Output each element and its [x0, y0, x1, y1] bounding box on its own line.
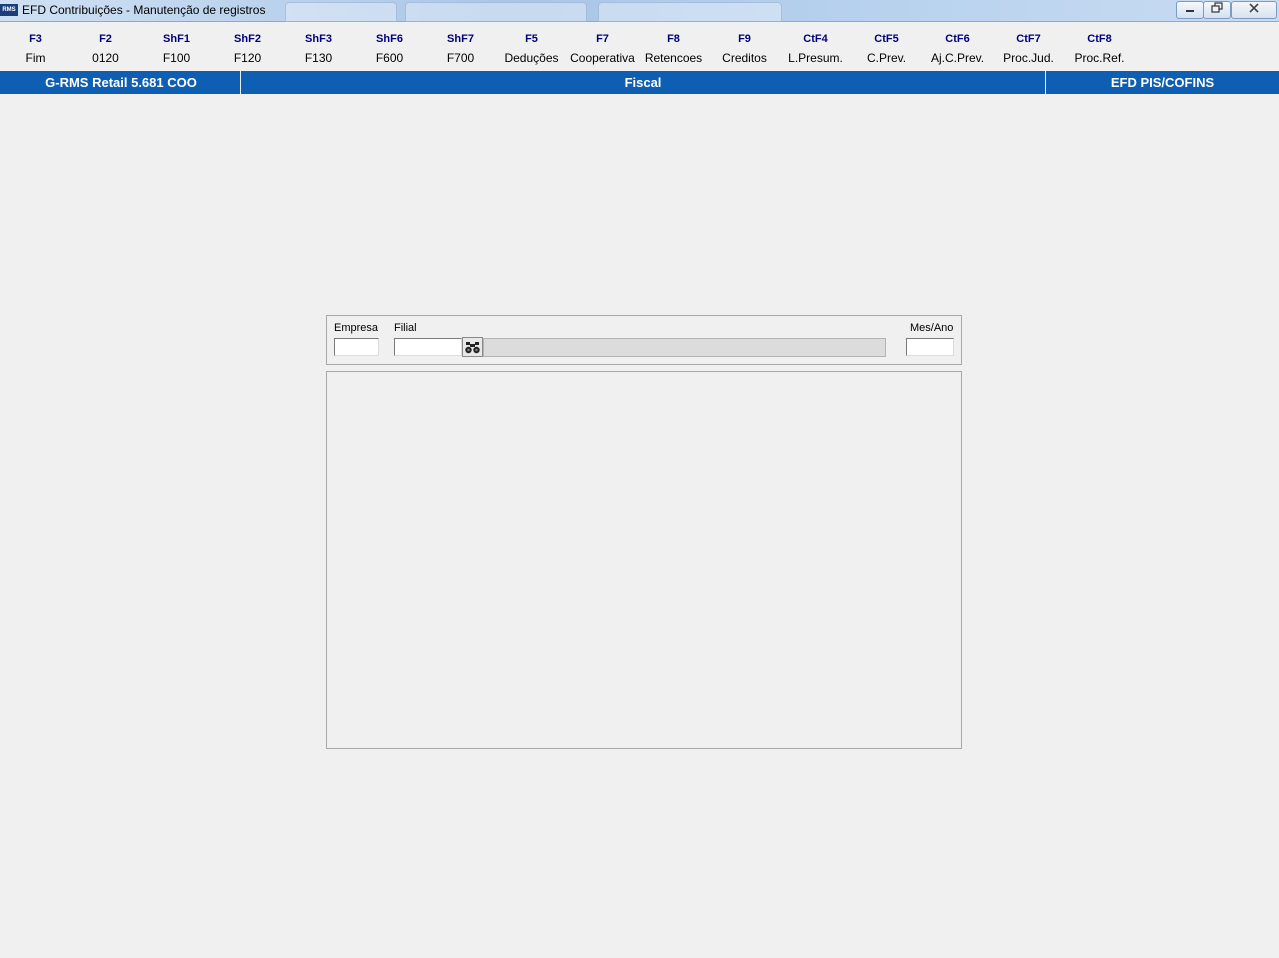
fkey-label: F700 [446, 51, 475, 65]
module-label: Fiscal [624, 75, 662, 90]
fkey-key: CtF8 [1087, 33, 1112, 45]
fkey-key: CtF6 [945, 33, 970, 45]
binoculars-icon [465, 342, 480, 354]
mesano-label: Mes/Ano [910, 322, 954, 334]
fkey-label: Aj.C.Prev. [930, 51, 985, 65]
fkey-ctf7-procjud[interactable]: CtF7 Proc.Jud. [993, 31, 1064, 65]
fkey-label: Fim [25, 51, 46, 65]
title-bar: RMS EFD Contribuições - Manutenção de re… [0, 0, 1279, 22]
fkey-key: F2 [99, 33, 112, 45]
fkey-f9-creditos[interactable]: F9 Creditos [709, 31, 780, 65]
fkey-key: F8 [667, 33, 680, 45]
fkey-key: F9 [738, 33, 751, 45]
fkey-f7-cooperativa[interactable]: F7 Cooperativa [567, 31, 638, 65]
search-filial-button[interactable] [462, 337, 483, 357]
fkey-label: L.Presum. [788, 51, 843, 65]
fkey-label: Proc.Jud. [1003, 51, 1054, 65]
empresa-label: Empresa [334, 322, 379, 334]
fkey-key: ShF1 [163, 33, 190, 45]
background-tab [598, 2, 782, 22]
system-version-label: G-RMS Retail 5.681 COO [45, 75, 197, 90]
filial-label: Filial [394, 322, 417, 334]
fkey-key: F7 [596, 33, 609, 45]
fkey-key: ShF3 [305, 33, 332, 45]
fkey-shf7-f700[interactable]: ShF7 F700 [425, 31, 496, 65]
fkey-label: Proc.Ref. [1074, 51, 1125, 65]
app-logo-icon: RMS [0, 4, 18, 16]
window-title: EFD Contribuições - Manutenção de regist… [22, 3, 266, 17]
close-icon [1249, 3, 1259, 13]
fkey-ctf4-lpresum[interactable]: CtF4 L.Presum. [780, 31, 851, 65]
filial-description-field [483, 338, 886, 357]
restore-button[interactable] [1203, 1, 1231, 19]
fkey-f8-retencoes[interactable]: F8 Retencoes [638, 31, 709, 65]
fkey-label: Creditos [722, 51, 767, 65]
fkey-shf3-f130[interactable]: ShF3 F130 [283, 31, 354, 65]
fkey-shf1-f100[interactable]: ShF1 F100 [141, 31, 212, 65]
fkey-key: F3 [29, 33, 42, 45]
fkey-label: Retencoes [644, 51, 703, 65]
fkey-key: CtF7 [1016, 33, 1041, 45]
minimize-icon [1186, 10, 1194, 12]
fkey-f2-0120[interactable]: F2 0120 [70, 31, 141, 65]
fkey-ctf5-cprev[interactable]: CtF5 C.Prev. [851, 31, 922, 65]
fkey-label: F100 [162, 51, 191, 65]
records-panel [326, 371, 962, 749]
status-bar: G-RMS Retail 5.681 COO Fiscal EFD PIS/CO… [0, 71, 1279, 94]
fkey-key: ShF7 [447, 33, 474, 45]
fkey-key: CtF4 [803, 33, 828, 45]
empresa-input[interactable] [334, 338, 379, 356]
fkey-ctf8-procref[interactable]: CtF8 Proc.Ref. [1064, 31, 1135, 65]
fkey-label: Cooperativa [570, 51, 635, 65]
fkey-f5-deducoes[interactable]: F5 Deduções [496, 31, 567, 65]
fkey-f3-fim[interactable]: F3 Fim [0, 31, 71, 65]
minimize-button[interactable] [1176, 1, 1204, 19]
fkey-label: F130 [304, 51, 333, 65]
restore-icon [1211, 2, 1223, 13]
fkey-key: ShF2 [234, 33, 261, 45]
filter-panel: Empresa Filial Mes/Ano [326, 315, 962, 365]
fkey-shf2-f120[interactable]: ShF2 F120 [212, 31, 283, 65]
mesano-input[interactable] [906, 338, 954, 356]
fkey-ctf6-ajcprev[interactable]: CtF6 Aj.C.Prev. [922, 31, 993, 65]
close-button[interactable] [1231, 1, 1277, 19]
filial-input[interactable] [394, 338, 462, 356]
fkey-key: CtF5 [874, 33, 899, 45]
fkey-label: F600 [375, 51, 404, 65]
fkey-key: ShF6 [376, 33, 403, 45]
fkey-label: 0120 [92, 51, 119, 65]
background-tab [285, 2, 397, 22]
fkey-label: F120 [233, 51, 262, 65]
program-label: EFD PIS/COFINS [1110, 75, 1215, 90]
fkey-label: Deduções [504, 51, 559, 65]
fkey-shf6-f600[interactable]: ShF6 F600 [354, 31, 425, 65]
background-tab [405, 2, 587, 22]
fkey-label: C.Prev. [866, 51, 907, 65]
fkey-key: F5 [525, 33, 538, 45]
